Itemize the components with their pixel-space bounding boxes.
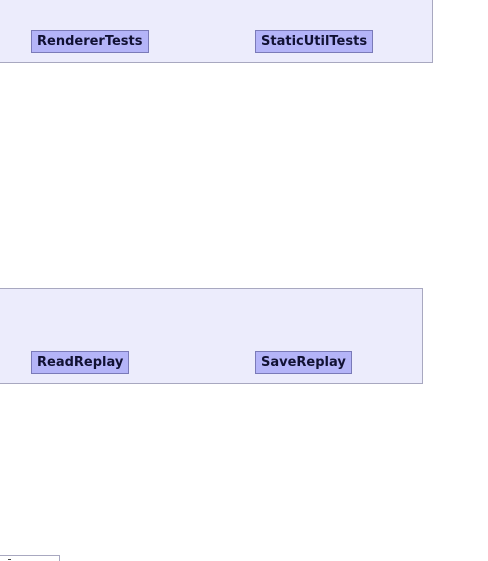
node-read-replay[interactable]: ReadReplay (31, 351, 130, 374)
cluster-bottom-partial (0, 555, 60, 561)
node-renderer-tests[interactable]: RendererTests (31, 30, 149, 53)
node-save-replay[interactable]: SaveReplay (255, 351, 352, 374)
node-static-util-tests[interactable]: StaticUtilTests (255, 30, 374, 53)
diagram-canvas: RendererTests StaticUtilTests ReadReplay… (0, 0, 488, 561)
